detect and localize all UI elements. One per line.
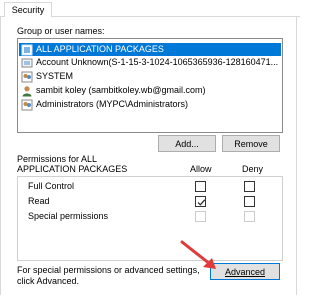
- read-allow-checkbox[interactable]: [195, 196, 206, 207]
- list-item-all-application-packages[interactable]: ALL APPLICATION PACKAGES: [19, 43, 281, 56]
- allow-column-header: Allow: [190, 164, 212, 174]
- list-item-label: ALL APPLICATION PACKAGES: [36, 44, 164, 54]
- special-permissions-deny-checkbox: [244, 211, 255, 222]
- unknown-account-icon: [21, 58, 33, 67]
- permissions-title-line2: APPLICATION PACKAGES: [17, 164, 128, 174]
- list-item-label: Administrators (MYPC\Administrators): [36, 99, 189, 109]
- list-item-label: Account Unknown(S-1-15-3-1024-1065365936…: [36, 57, 279, 67]
- list-item-administrators[interactable]: Administrators (MYPC\Administrators): [19, 98, 281, 111]
- permission-label-full-control: Full Control: [28, 181, 75, 191]
- group-icon: [21, 44, 33, 55]
- special-permissions-allow-checkbox: [195, 211, 206, 222]
- list-item-account-unknown[interactable]: Account Unknown(S-1-15-3-1024-1065365936…: [19, 56, 281, 69]
- add-button[interactable]: Add...: [158, 135, 216, 152]
- permission-label-special-permissions: Special permissions: [28, 211, 109, 221]
- group-icon: [21, 99, 33, 110]
- full-control-deny-checkbox[interactable]: [244, 181, 255, 192]
- group-icon: [21, 71, 33, 82]
- red-arrow-annotation-icon: [180, 240, 216, 269]
- read-deny-checkbox[interactable]: [244, 196, 255, 207]
- permissions-table: Full Control Read Special permissions: [17, 176, 283, 261]
- add-button-label: Add...: [175, 138, 199, 149]
- tab-strip: Security: [0, 0, 300, 17]
- security-properties-pane: Security Group or user names: ALL APPLIC…: [0, 0, 300, 296]
- list-item-label: SYSTEM: [36, 71, 74, 81]
- remove-button-label: Remove: [234, 138, 268, 149]
- list-item-label: sambit koley (sambitkoley.wb@gmail.com): [36, 85, 206, 95]
- advanced-hint-line1: For special permissions or advanced sett…: [17, 265, 200, 275]
- deny-column-header: Deny: [242, 164, 264, 174]
- group-user-list[interactable]: ALL APPLICATION PACKAGES Account Unknown…: [17, 38, 283, 133]
- checkmark-icon: [197, 199, 206, 206]
- advanced-hint-line2: click Advanced.: [17, 276, 80, 286]
- tab-security[interactable]: Security: [4, 2, 52, 17]
- full-control-allow-checkbox[interactable]: [195, 181, 206, 192]
- permission-label-read: Read: [28, 196, 50, 206]
- remove-button[interactable]: Remove: [222, 135, 280, 152]
- list-item-system[interactable]: SYSTEM: [19, 70, 281, 83]
- user-icon: [22, 85, 32, 96]
- group-list-label: Group or user names:: [17, 26, 105, 36]
- list-item-sambit-koley[interactable]: sambit koley (sambitkoley.wb@gmail.com): [19, 84, 281, 97]
- advanced-button-label: Advanced: [224, 266, 266, 277]
